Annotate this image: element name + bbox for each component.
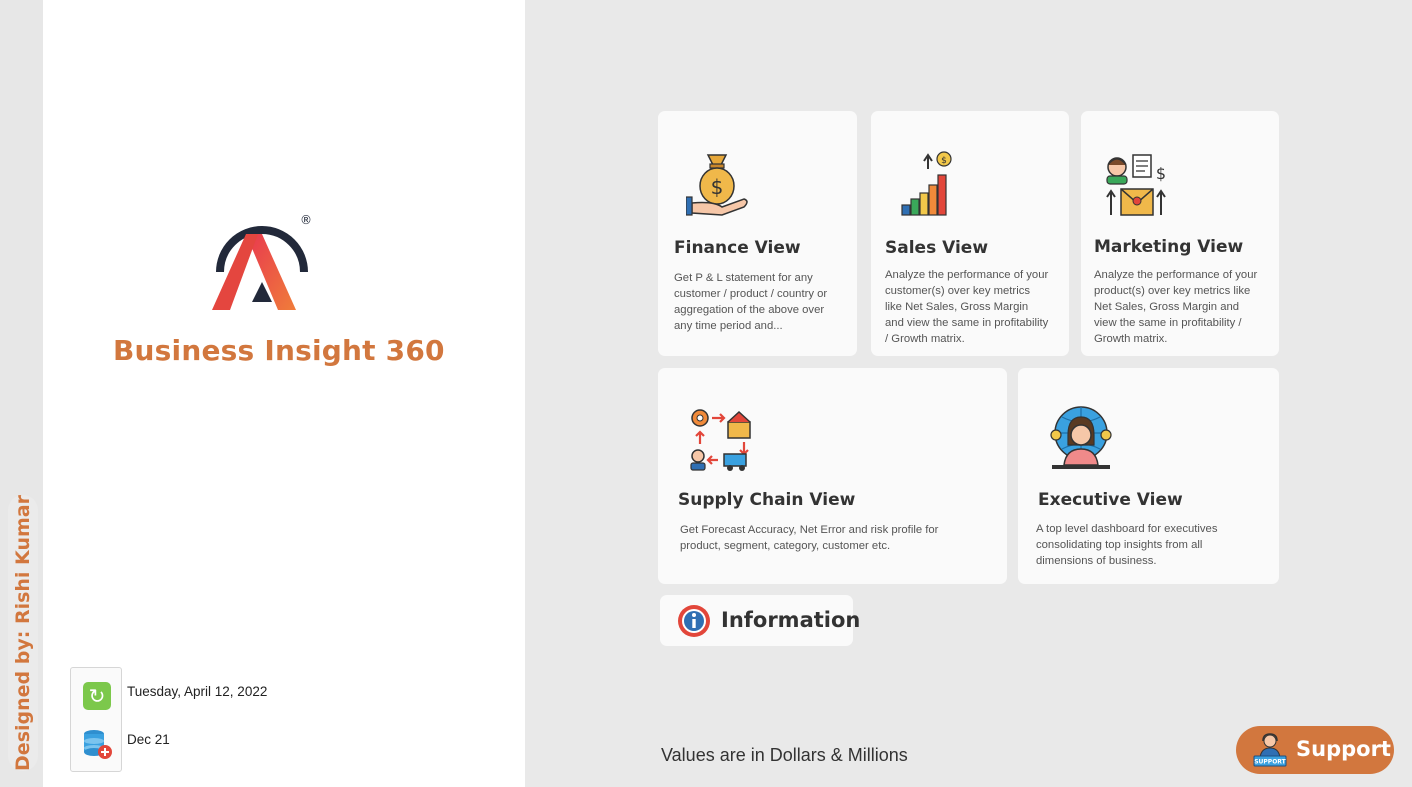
executive-view-card[interactable]: Executive View A top level dashboard for… (1018, 368, 1279, 584)
card-title: Sales View (885, 238, 989, 258)
card-description: A top level dashboard for executives con… (1036, 523, 1218, 567)
growth-bar-chart-icon: $ (901, 151, 952, 216)
card-description: Analyze the performance of your customer… (885, 269, 1049, 345)
marketing-icon: $ (1106, 154, 1166, 216)
supply-chain-icon (690, 409, 751, 471)
left-panel: ® Business Insight 360 ↻ Tuesday, April … (43, 0, 525, 787)
information-button[interactable]: Information (660, 595, 860, 646)
info-icon (678, 605, 710, 637)
last-refresh-date: Tuesday, April 12, 2022 (127, 684, 268, 699)
refresh-icon[interactable]: ↻ (83, 682, 111, 710)
information-label: Information (721, 608, 861, 632)
values-note: Values are in Dollars & Millions (661, 745, 908, 765)
sales-view-card[interactable]: $ Sales View Analyze the performance of … (871, 111, 1069, 356)
card-description: Get Forecast Accuracy, Net Error and ris… (680, 524, 939, 552)
card-title: Executive View (1038, 490, 1183, 510)
support-label: Support (1296, 737, 1391, 761)
svg-text:$: $ (711, 175, 724, 199)
svg-text:$: $ (1156, 164, 1166, 183)
designer-credit: Designed by: Rishi Kumar (8, 495, 38, 771)
registered-mark: ® (300, 213, 312, 227)
data-period: Dec 21 (127, 732, 170, 747)
brand-logo-icon: ® (212, 213, 312, 310)
card-description: Analyze the performance of your product(… (1094, 269, 1258, 345)
money-bag-icon: $ (686, 154, 748, 216)
support-agent-icon: SUPPORT (1253, 733, 1287, 767)
database-icon (84, 730, 112, 759)
executive-icon (1050, 406, 1112, 469)
support-badge-text: SUPPORT (1254, 759, 1286, 766)
support-button[interactable]: SUPPORT Support (1236, 726, 1394, 774)
refresh-panel: ↻ (70, 667, 122, 772)
designer-text: Designed by: Rishi Kumar (12, 495, 34, 771)
card-description: Get P & L statement for any customer / p… (674, 272, 828, 332)
finance-view-card[interactable]: $ Finance View Get P & L statement for a… (658, 111, 857, 356)
app-title: Business Insight 360 (113, 334, 445, 367)
card-title: Finance View (674, 238, 801, 258)
marketing-view-card[interactable]: $ Marketing View Analyze the performance… (1081, 111, 1279, 356)
svg-text:$: $ (941, 156, 947, 166)
supply-chain-view-card[interactable]: Supply Chain View Get Forecast Accuracy,… (658, 368, 1007, 584)
card-title: Supply Chain View (678, 490, 856, 510)
card-title: Marketing View (1094, 237, 1244, 257)
